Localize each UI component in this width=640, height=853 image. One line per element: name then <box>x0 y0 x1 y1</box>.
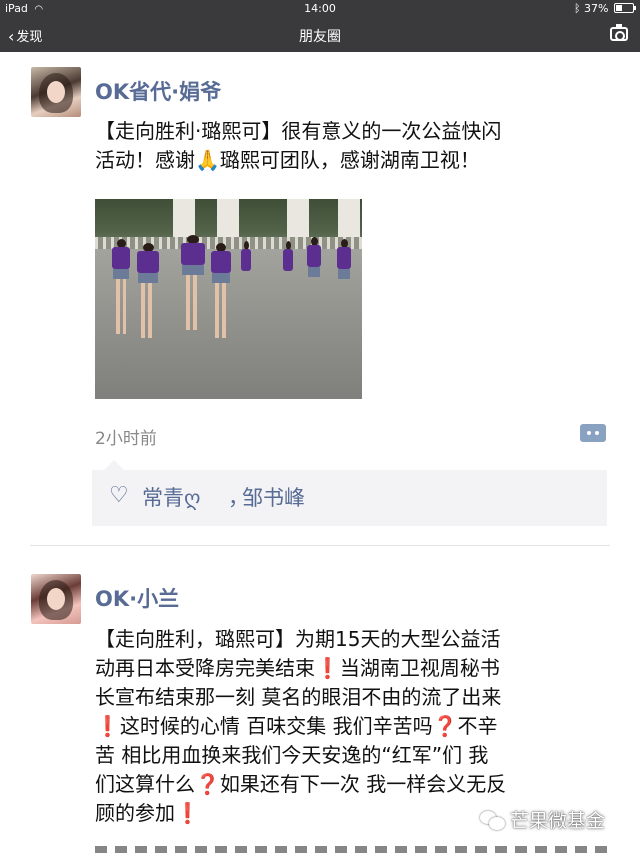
content-line: 活动！感谢🙏璐熙可团队，感谢湖南卫视！ <box>95 148 480 172</box>
content-line: 们这算什么❓如果还有下一次 我一样会义无反 <box>95 772 507 796</box>
content-line: 苦 相比用血换来我们今天安逸的“红军”们 我 <box>95 743 489 767</box>
camera-icon[interactable] <box>610 24 628 41</box>
like-user[interactable]: 邹书峰 <box>242 482 305 512</box>
content-line: 长宣布结束那一刻 莫名的眼泪不由的流了出来 <box>95 685 502 709</box>
bluetooth-icon: ᛒ <box>573 2 581 15</box>
post-author[interactable]: OK省代·娟爷 <box>95 76 221 106</box>
like-user[interactable]: 常青ღ <box>142 482 201 512</box>
content-line: 动再日本受降房完美结束❗当湖南卫视周秘书 <box>95 656 500 680</box>
avatar[interactable] <box>31 67 81 117</box>
content-line: 【走向胜利，璐熙可】为期15天的大型公益活 <box>95 627 501 651</box>
page-title: 朋友圈 <box>299 29 341 45</box>
heart-icon: ♡ <box>109 483 129 508</box>
post-content: 【走向胜利，璐熙可】为期15天的大型公益活 动再日本受降房完美结束❗当湖南卫视周… <box>95 625 615 828</box>
watermark-text: 芒果微基金 <box>510 810 606 832</box>
post-photo[interactable] <box>95 199 362 399</box>
content-line: ❗这时候的心情 百味交集 我们辛苦吗❓不辛 <box>95 714 498 738</box>
likes-panel: ♡ 常青ღ ， 邹书峰 <box>92 460 607 526</box>
post-content: 【走向胜利·璐熙可】很有意义的一次公益快闪 活动！感谢🙏璐熙可团队，感谢湖南卫视… <box>95 117 615 175</box>
comment-icon[interactable] <box>580 424 606 442</box>
wechat-icon <box>480 811 506 831</box>
battery-icon <box>614 3 636 13</box>
status-right: ᛒ 37% <box>573 2 636 15</box>
status-bar: iPad ◠ 14:00 ᛒ 37% <box>0 0 640 18</box>
watermark: 芒果微基金 <box>480 806 605 833</box>
nav-bar: ‹ 发现 朋友圈 <box>0 18 640 52</box>
post-author[interactable]: OK·小兰 <box>95 583 179 613</box>
battery-text: 37% <box>584 2 609 15</box>
next-content-edge <box>95 846 615 853</box>
post-divider <box>30 545 610 546</box>
status-time: 14:00 <box>304 2 336 15</box>
post-time: 2小时前 <box>95 429 157 449</box>
content-line: 【走向胜利·璐熙可】很有意义的一次公益快闪 <box>95 119 502 143</box>
avatar[interactable] <box>31 574 81 624</box>
